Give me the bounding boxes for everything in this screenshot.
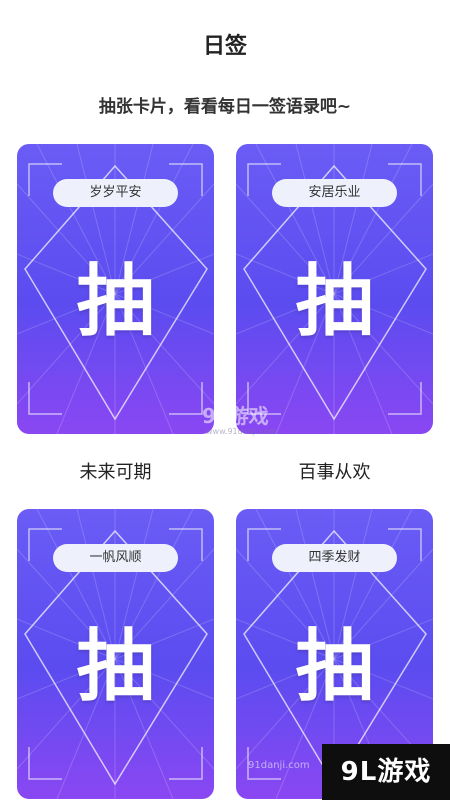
watermark-corner-logo: 9L游戏 [322,744,450,800]
page-subtitle: 抽张卡片，看看每日一签语录吧~ [98,97,352,117]
watermark-corner-text: 9L游戏 [340,757,432,787]
card-tag: 四季发财 [272,544,397,572]
card-caption-2: 百事从欢 [298,462,371,483]
page-title: 日签 [202,34,247,59]
card-caption-1: 未来可期 [79,462,152,483]
watermark-corner-url: 91danji.com [248,760,310,771]
draw-label: 抽 [295,257,374,347]
draw-card-1[interactable]: 岁岁平安 抽 [17,144,214,434]
draw-card-2[interactable]: 安居乐业 抽 [236,144,433,434]
watermark-logo: 9L游戏 [202,400,269,429]
watermark-text: 9L游戏 [202,404,269,428]
draw-card-3[interactable]: 一帆风顺 抽 [17,509,214,799]
card-tag: 一帆风顺 [53,544,178,572]
card-tag: 安居乐业 [272,179,397,207]
draw-label: 抽 [76,257,155,347]
draw-label: 抽 [295,622,374,712]
card-tag: 岁岁平安 [53,179,178,207]
draw-label: 抽 [76,622,155,712]
watermark-url: www.91danji.com [206,427,277,436]
